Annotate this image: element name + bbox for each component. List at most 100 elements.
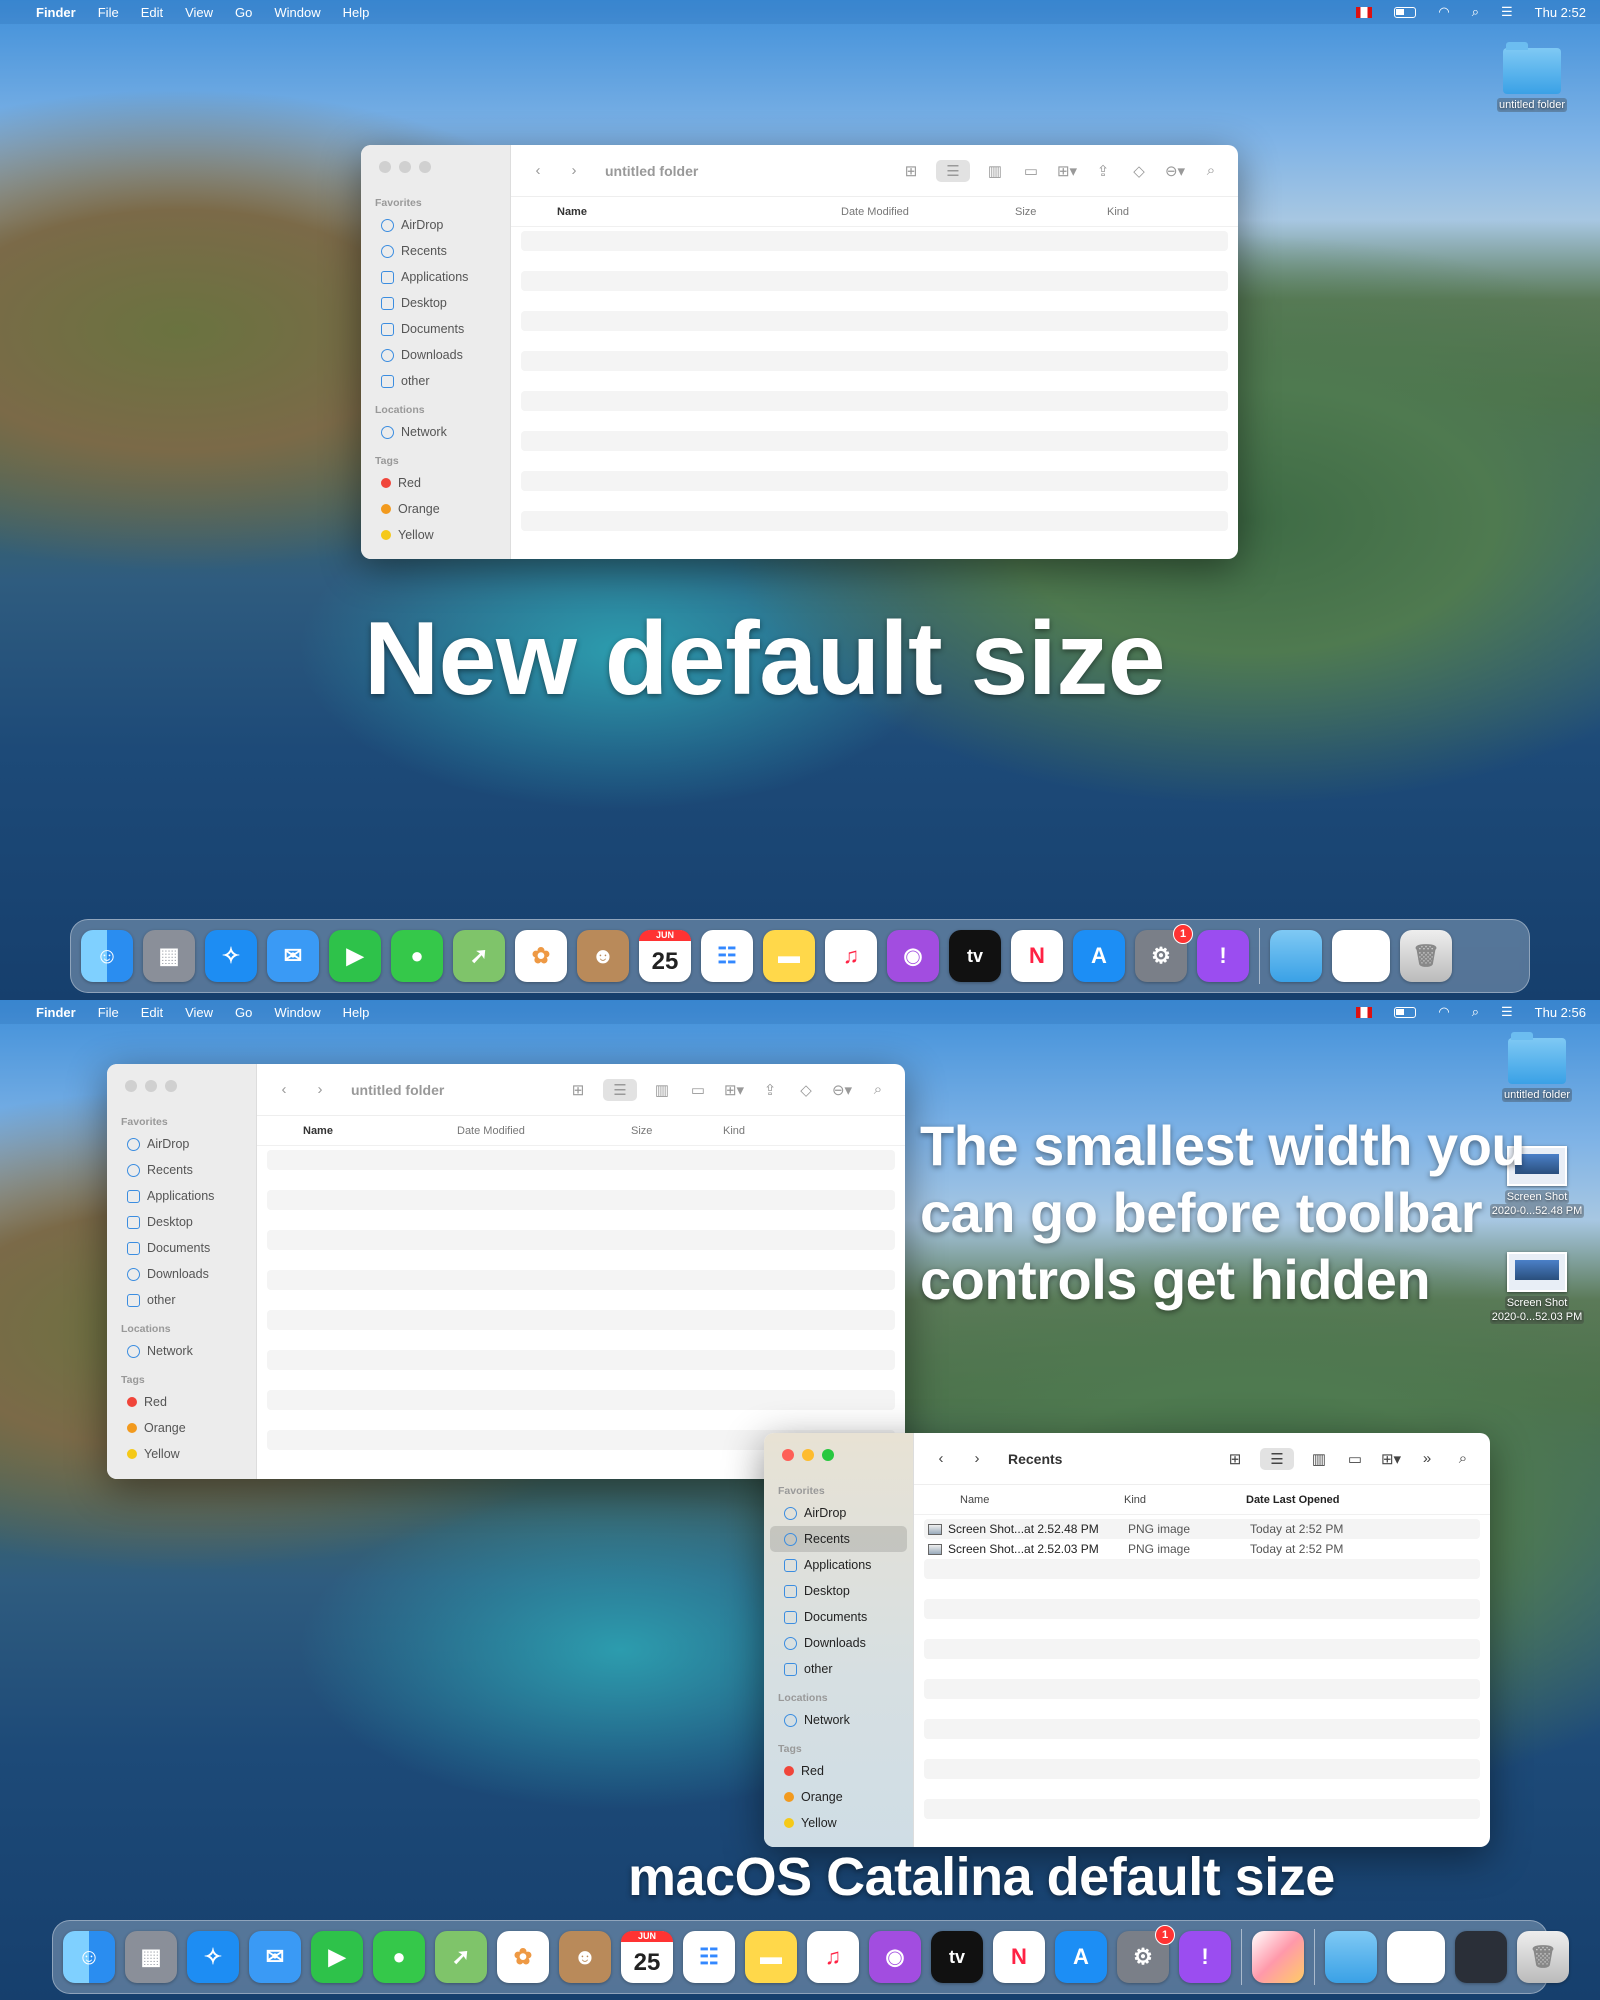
column-header-size[interactable]: Size [631,1125,723,1137]
control-center-icon[interactable]: ☰ [1501,1004,1513,1020]
podcasts-icon[interactable]: ◉ [869,1931,921,1983]
action-menu-icon[interactable]: ⊖▾ [831,1079,853,1101]
reminders-icon[interactable]: ☷ [683,1931,735,1983]
sidebar-item-recents[interactable]: Recents [770,1526,907,1552]
launchpad-icon[interactable]: ▦ [125,1931,177,1983]
reminders-icon[interactable]: ☷ [701,930,753,982]
minimize-button[interactable] [399,161,411,173]
sidebar-tag-red[interactable]: Red [770,1758,907,1784]
maps-icon[interactable]: ➚ [435,1931,487,1983]
contacts-icon[interactable]: ☻ [577,930,629,982]
sidebar-item-downloads[interactable]: Downloads [367,342,504,368]
gallery-view-icon[interactable]: ▭ [687,1079,709,1101]
close-button[interactable] [379,161,391,173]
column-header-date[interactable]: Date Modified [841,206,1015,218]
trash-icon[interactable]: 🗑 [1400,930,1452,982]
table-row[interactable]: Screen Shot...at 2.52.03 PM PNG image To… [924,1539,1480,1559]
screenshot-stack-icon[interactable] [1387,1931,1445,1983]
finder-window-new-default[interactable]: Favorites AirDrop Recents Applications D… [361,145,1238,559]
column-header-name[interactable]: Name [267,1125,457,1137]
minimize-button[interactable] [802,1449,814,1461]
control-center-icon[interactable]: ☰ [1501,4,1513,20]
action-menu-icon[interactable]: ⊖▾ [1164,160,1186,182]
group-by-icon[interactable]: ⊞▾ [1056,160,1078,182]
overflow-chevron-icon[interactable]: » [1416,1448,1438,1470]
column-header-size[interactable]: Size [1015,206,1107,218]
menu-file[interactable]: File [98,5,119,20]
battery-icon[interactable] [1394,6,1417,18]
sidebar-item-desktop[interactable]: Desktop [113,1209,250,1235]
desktop-folder[interactable]: untitled folder [1467,42,1597,112]
finder-icon[interactable]: ☺ [81,930,133,982]
sidebar-tag-red[interactable]: Red [367,470,504,496]
sidebar-tag-orange[interactable]: Orange [770,1784,907,1810]
list-view-icon[interactable]: ☰ [603,1078,637,1101]
search-icon[interactable]: ⌕ [1200,160,1222,182]
menu-edit[interactable]: Edit [141,1005,163,1020]
safari-icon[interactable]: ✧ [205,930,257,982]
menu-window[interactable]: Window [274,1005,320,1020]
column-header-kind[interactable]: Kind [1107,206,1129,218]
music-icon[interactable]: ♫ [825,930,877,982]
sidebar-item-applications[interactable]: Applications [113,1183,250,1209]
menu-edit[interactable]: Edit [141,5,163,20]
sidebar-tag-yellow[interactable]: Yellow [367,522,504,548]
gallery-view-icon[interactable]: ▭ [1344,1448,1366,1470]
icon-view-icon[interactable]: ⊞ [900,160,922,182]
menu-window[interactable]: Window [274,5,320,20]
column-header-name[interactable]: Name [924,1494,1124,1506]
sidebar-tag-orange[interactable]: Orange [113,1415,250,1441]
wifi-icon[interactable]: ◠ [1438,1004,1449,1020]
sidebar-item-network[interactable]: Network [113,1338,250,1364]
contacts-icon[interactable]: ☻ [559,1931,611,1983]
zoom-button[interactable] [822,1449,834,1461]
mail-icon[interactable]: ✉ [249,1931,301,1983]
tv-icon[interactable]: tv [949,930,1001,982]
column-header-date-last-opened[interactable]: Date Last Opened [1246,1494,1340,1506]
photos-icon[interactable]: ✿ [515,930,567,982]
mail-icon[interactable]: ✉ [267,930,319,982]
forward-button[interactable]: › [309,1079,331,1101]
close-button[interactable] [782,1449,794,1461]
menu-go[interactable]: Go [235,1005,252,1020]
back-button[interactable]: ‹ [527,160,549,182]
input-source-flag-icon[interactable] [1356,1006,1373,1018]
messages-icon[interactable]: ● [373,1931,425,1983]
finder-icon[interactable]: ☺ [63,1931,115,1983]
gallery-view-icon[interactable]: ▭ [1020,160,1042,182]
music-icon[interactable]: ♫ [807,1931,859,1983]
sidebar-item-other[interactable]: other [113,1287,250,1313]
menu-view[interactable]: View [185,1005,213,1020]
sidebar-tag-yellow[interactable]: Yellow [770,1810,907,1836]
sidebar-tag-red[interactable]: Red [113,1389,250,1415]
table-row[interactable]: Screen Shot...at 2.52.48 PM PNG image To… [924,1519,1480,1539]
column-header-kind[interactable]: Kind [1124,1494,1246,1506]
sidebar-item-recents[interactable]: Recents [113,1157,250,1183]
sidebar-item-documents[interactable]: Documents [367,316,504,342]
sidebar-item-airdrop[interactable]: AirDrop [113,1131,250,1157]
column-header-kind[interactable]: Kind [723,1125,745,1137]
sidebar-item-other[interactable]: other [367,368,504,394]
facetime-icon[interactable]: ▶ [329,930,381,982]
forward-button[interactable]: › [966,1448,988,1470]
sidebar-item-documents[interactable]: Documents [113,1235,250,1261]
menu-clock[interactable]: Thu 2:56 [1535,1005,1586,1020]
share-icon[interactable]: ⇪ [759,1079,781,1101]
column-header-name[interactable]: Name [521,206,841,218]
spotlight-icon[interactable]: ⌕ [1472,4,1479,20]
news-icon[interactable]: N [993,1931,1045,1983]
spotlight-icon[interactable]: ⌕ [1472,1004,1479,1020]
safari-icon[interactable]: ✧ [187,1931,239,1983]
sidebar-item-airdrop[interactable]: AirDrop [770,1500,907,1526]
forward-button[interactable]: › [563,160,585,182]
wifi-icon[interactable]: ◠ [1438,4,1449,20]
menu-clock[interactable]: Thu 2:52 [1535,5,1586,20]
menu-help[interactable]: Help [343,5,370,20]
menu-help[interactable]: Help [343,1005,370,1020]
sidebar-item-documents[interactable]: Documents [770,1604,907,1630]
sidebar-item-desktop[interactable]: Desktop [367,290,504,316]
column-view-icon[interactable]: ▥ [984,160,1006,182]
sidebar-tag-orange[interactable]: Orange [367,496,504,522]
tv-icon[interactable]: tv [931,1931,983,1983]
sidebar-item-other[interactable]: other [770,1656,907,1682]
